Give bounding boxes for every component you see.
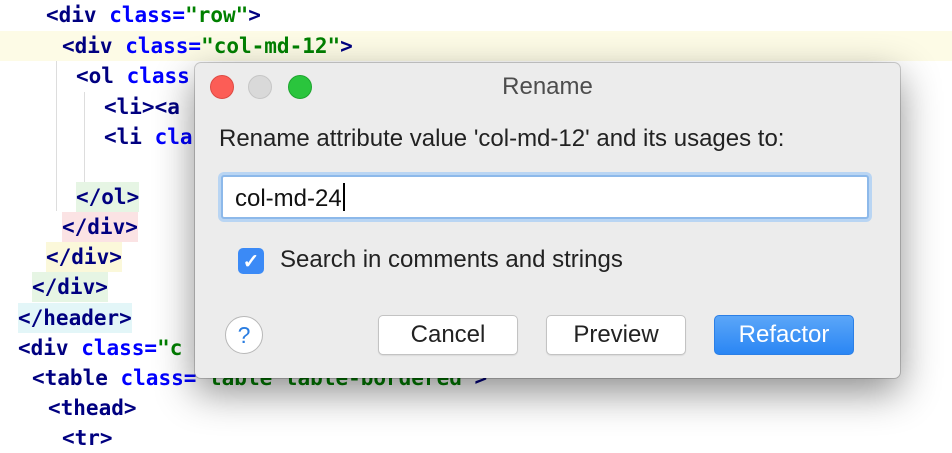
search-comments-checkbox[interactable]: ✓ [238,248,264,274]
dialog-title: Rename [502,73,593,100]
indent-guide [56,61,57,211]
code-line: </header> [18,303,132,333]
refactor-button[interactable]: Refactor [714,315,854,355]
code-line: </div> [46,242,122,272]
text-caret [342,183,345,211]
code-line: </div> [62,212,138,242]
code-line: <div class="row"> [46,3,261,27]
code-line: <ol class [76,64,190,88]
rename-dialog: Rename Rename attribute value 'col-md-12… [195,63,900,378]
indent-guide [84,92,85,182]
code-line: <tr> [62,426,113,450]
rename-prompt-label: Rename attribute value 'col-md-12' and i… [219,125,785,152]
new-name-input[interactable]: col-md-24 [221,175,869,219]
code-line: <div class="col-md-12"> [62,34,353,58]
code-line: <li cla [104,125,193,149]
dialog-titlebar[interactable]: Rename [195,63,900,111]
new-name-value: col-md-24 [235,183,345,213]
search-comments-label[interactable]: Search in comments and strings [280,246,623,274]
code-line: <li><a [104,95,180,119]
code-line: <div class="c [18,336,183,360]
code-line: <thead> [48,396,137,420]
code-line: </ol> [76,182,140,212]
code-line: </div> [32,272,108,302]
checkmark-icon: ✓ [242,250,260,273]
cancel-button[interactable]: Cancel [378,315,518,355]
help-button[interactable]: ? [225,316,263,354]
preview-button[interactable]: Preview [546,315,686,355]
